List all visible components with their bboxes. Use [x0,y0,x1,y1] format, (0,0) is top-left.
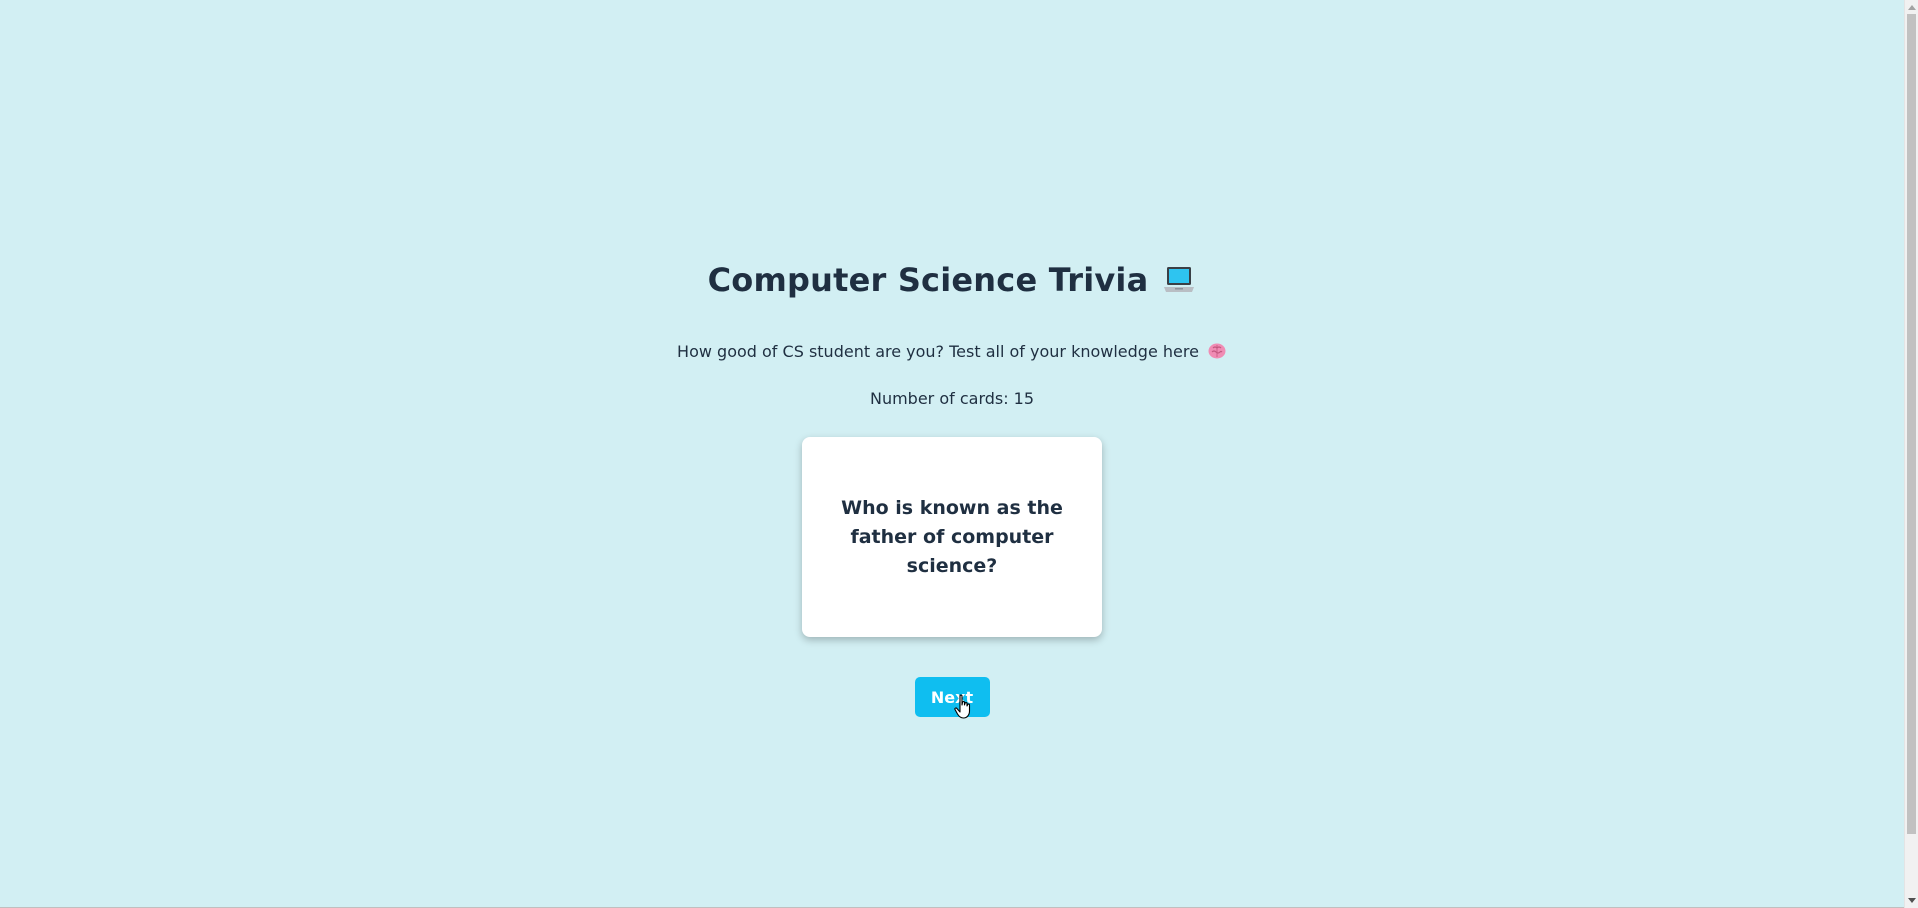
page-viewport: Computer Science Trivia How good of CS s… [0,0,1904,908]
scrollbar-thumb[interactable] [1907,14,1916,834]
scroll-up-arrow-icon[interactable] [1905,0,1918,14]
subtitle-text: How good of CS student are you? Test all… [677,341,1199,361]
card-count-label: Number of cards: [869,389,1009,408]
page-title: Computer Science Trivia [707,261,1149,299]
subtitle: How good of CS student are you? Test all… [677,339,1227,363]
card-count: Number of cards: 15 [870,389,1034,413]
vertical-scrollbar[interactable] [1904,0,1918,908]
brain-icon [1207,341,1227,361]
laptop-icon [1162,263,1196,297]
flashcard[interactable]: Who is known as the father of computer s… [802,437,1102,637]
next-button[interactable]: Next [914,677,990,717]
card-count-value: 15 [1013,389,1034,408]
flashcard-question: Who is known as the father of computer s… [841,496,1063,577]
title-row: Computer Science Trivia [708,255,1197,305]
scroll-down-arrow-icon[interactable] [1905,894,1918,908]
trivia-app: Computer Science Trivia How good of CS s… [0,255,1904,717]
